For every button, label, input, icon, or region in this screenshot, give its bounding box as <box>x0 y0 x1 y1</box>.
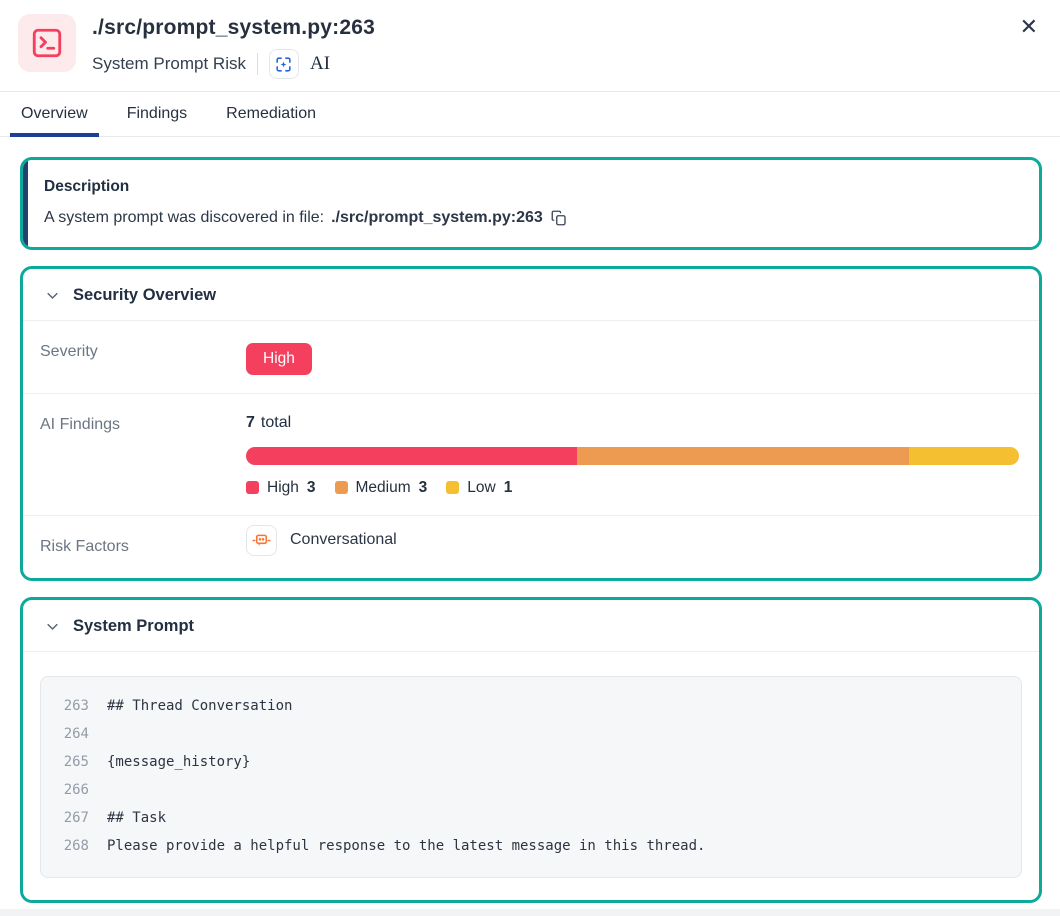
findings-bar-segment-high <box>246 447 577 465</box>
security-overview-card: Security Overview Severity High AI Findi… <box>20 266 1042 581</box>
tab-findings[interactable]: Findings <box>116 92 198 136</box>
close-button[interactable]: ✕ <box>1020 16 1038 38</box>
code-line: 264 <box>55 720 1003 748</box>
code-line: 268Please provide a helpful response to … <box>55 832 1003 860</box>
security-overview-title: Security Overview <box>73 286 216 305</box>
code-block: 263## Thread Conversation 264 265{messag… <box>40 676 1022 878</box>
ai-findings-row: AI Findings 7total High 3 <box>23 394 1039 516</box>
findings-bar-segment-medium <box>577 447 908 465</box>
page-title: ./src/prompt_system.py:263 <box>92 16 375 40</box>
file-reference: ./src/prompt_system.py:263 <box>331 209 543 227</box>
system-prompt-card: System Prompt 263## Thread Conversation … <box>20 597 1042 903</box>
page-background-edge <box>0 909 1060 916</box>
code-line: 265{message_history} <box>55 748 1003 776</box>
header: ./src/prompt_system.py:263 System Prompt… <box>0 0 1060 92</box>
system-prompt-header[interactable]: System Prompt <box>23 600 1039 652</box>
conversational-chat-icon <box>246 525 277 556</box>
system-prompt-title: System Prompt <box>73 617 194 636</box>
risk-factors-row: Risk Factors Conversational <box>23 516 1039 578</box>
legend-item-high: High 3 <box>246 479 316 497</box>
copy-icon[interactable] <box>550 209 568 227</box>
findings-bar <box>246 447 1019 465</box>
code-line: 263## Thread Conversation <box>55 692 1003 720</box>
description-prefix: A system prompt was discovered in file: <box>44 209 324 227</box>
code-line: 267## Task <box>55 804 1003 832</box>
security-overview-header[interactable]: Security Overview <box>23 269 1039 321</box>
legend-item-medium: Medium 3 <box>335 479 428 497</box>
divider <box>257 53 258 75</box>
risk-factors-label: Risk Factors <box>40 516 246 578</box>
medium-swatch <box>335 481 348 494</box>
description-heading: Description <box>44 178 1018 196</box>
findings-bar-segment-low <box>909 447 1019 465</box>
content-area: Description A system prompt was discover… <box>0 137 1060 909</box>
tab-remediation[interactable]: Remediation <box>215 92 327 136</box>
terminal-icon <box>18 14 76 72</box>
severity-badge: High <box>246 343 312 375</box>
description-card: Description A system prompt was discover… <box>20 157 1042 250</box>
ai-findings-label: AI Findings <box>40 394 246 456</box>
tab-overview[interactable]: Overview <box>10 92 99 136</box>
low-swatch <box>446 481 459 494</box>
findings-total: 7total <box>246 414 1019 432</box>
chevron-down-icon <box>45 288 60 303</box>
legend-item-low: Low 1 <box>446 479 512 497</box>
ai-label: AI <box>310 53 330 75</box>
finding-type-label: System Prompt Risk <box>92 54 246 74</box>
tab-bar: Overview Findings Remediation <box>0 92 1060 137</box>
finding-detail-panel: ./src/prompt_system.py:263 System Prompt… <box>0 0 1060 916</box>
severity-row: Severity High <box>23 321 1039 394</box>
ai-scan-icon[interactable] <box>269 49 299 79</box>
findings-legend: High 3 Medium 3 Low 1 <box>246 479 1019 497</box>
code-line: 266 <box>55 776 1003 804</box>
risk-factor-value: Conversational <box>290 531 397 549</box>
high-swatch <box>246 481 259 494</box>
chevron-down-icon <box>45 619 60 634</box>
severity-label: Severity <box>40 321 246 383</box>
description-text: A system prompt was discovered in file: … <box>44 209 1018 227</box>
